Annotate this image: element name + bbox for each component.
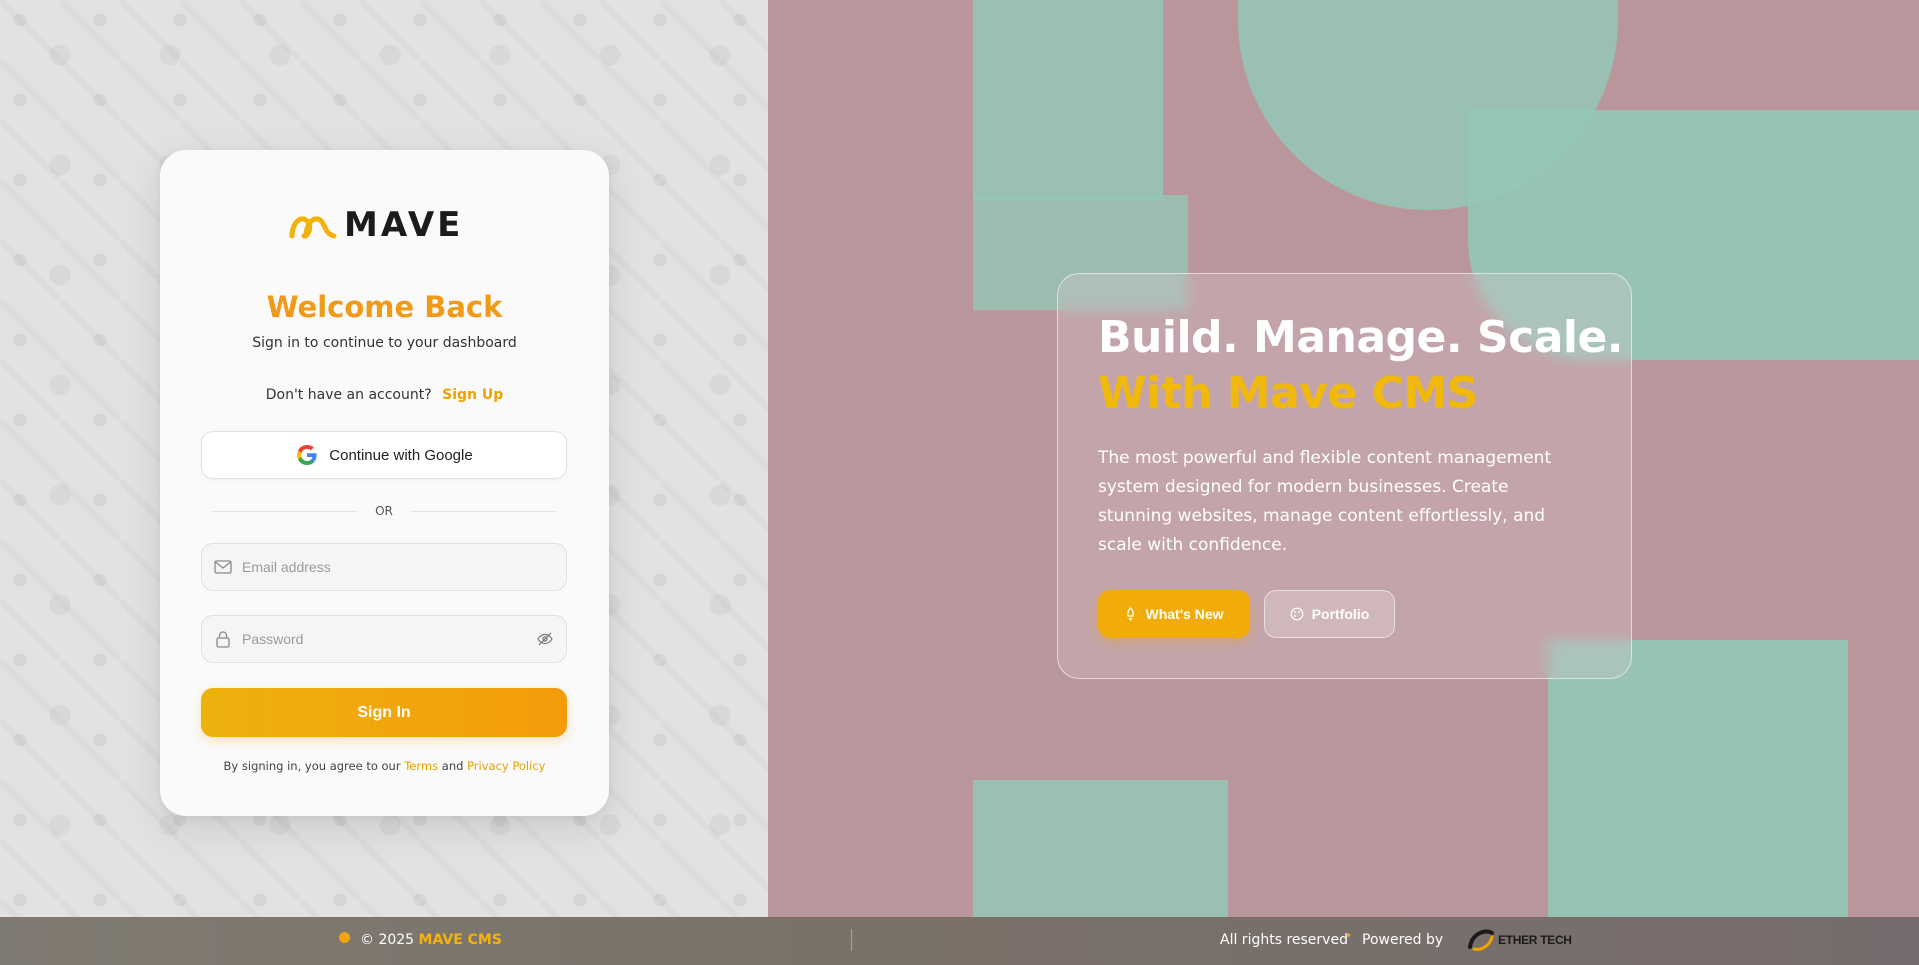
eye-off-icon[interactable] — [536, 630, 554, 648]
signup-link[interactable]: Sign Up — [442, 387, 503, 403]
portfolio-label: Portfolio — [1311, 606, 1370, 622]
footer-separator — [851, 929, 852, 951]
mave-logo-mark-icon — [289, 216, 337, 239]
login-card: MAVE Welcome Back Sign in to continue to… — [160, 150, 609, 816]
copyright: © 2025 MAVE CMS — [360, 932, 502, 948]
portfolio-button[interactable]: Portfolio — [1264, 590, 1395, 638]
copyright-text: © 2025 — [360, 932, 415, 948]
divider-line — [212, 510, 358, 512]
google-signin-button[interactable]: Continue with Google — [201, 431, 567, 479]
rocket-icon — [1127, 607, 1135, 621]
password-field — [201, 615, 567, 663]
divider-line — [410, 510, 557, 512]
powered-by-text: Powered by — [1362, 932, 1444, 948]
hero-description: The most powerful and flexible content m… — [1098, 448, 1552, 555]
ether-tech-logo[interactable]: ETHER TECH — [1466, 926, 1572, 954]
decor-block — [973, 780, 1228, 917]
mail-icon — [214, 558, 232, 576]
status-dot — [339, 932, 350, 943]
decor-block — [1548, 640, 1848, 917]
google-button-label: Continue with Google — [329, 446, 473, 464]
no-account-text: Don't have an account? — [265, 387, 432, 403]
email-input[interactable] — [242, 559, 554, 575]
lock-icon — [214, 630, 232, 648]
footer-brand: MAVE CMS — [418, 932, 502, 948]
signin-button[interactable]: Sign In — [201, 688, 567, 737]
decor-block — [973, 0, 1163, 200]
signup-row: Don't have an account? Sign Up — [160, 387, 609, 403]
terms-and: and — [441, 759, 464, 773]
google-icon — [297, 445, 317, 465]
or-divider: OR — [212, 503, 557, 519]
palette-icon — [1290, 607, 1304, 621]
privacy-policy-link[interactable]: Privacy Policy — [467, 759, 545, 773]
ether-tech-text: ETHER TECH — [1498, 933, 1572, 947]
email-field — [201, 543, 567, 591]
hero-headline-accent: With Mave CMS — [1098, 368, 1478, 419]
terms-notice: By signing in, you agree to our Terms an… — [160, 759, 609, 773]
mave-logo: MAVE — [288, 205, 482, 245]
logo-text: MAVE — [344, 205, 464, 245]
footer: © 2025 MAVE CMS All rights reserved • Po… — [0, 917, 1919, 965]
footer-bullet: • — [1345, 929, 1353, 943]
password-input[interactable] — [242, 631, 526, 647]
whats-new-button[interactable]: What's New — [1098, 590, 1250, 638]
whats-new-label: What's New — [1145, 606, 1224, 622]
hero-card: Build. Manage. Scale. With Mave CMS The … — [1057, 273, 1632, 679]
hero-headline: Build. Manage. Scale. — [1098, 312, 1624, 363]
login-panel: MAVE Welcome Back Sign in to continue to… — [0, 0, 768, 917]
terms-prefix: By signing in, you agree to our — [223, 759, 401, 773]
welcome-subtitle: Sign in to continue to your dashboard — [252, 335, 517, 351]
terms-link[interactable]: Terms — [404, 759, 438, 773]
welcome-title: Welcome Back — [266, 290, 503, 324]
divider-text: OR — [375, 504, 393, 518]
rights-text: All rights reserved — [1220, 932, 1348, 948]
ether-tech-logo-icon — [1468, 929, 1494, 951]
